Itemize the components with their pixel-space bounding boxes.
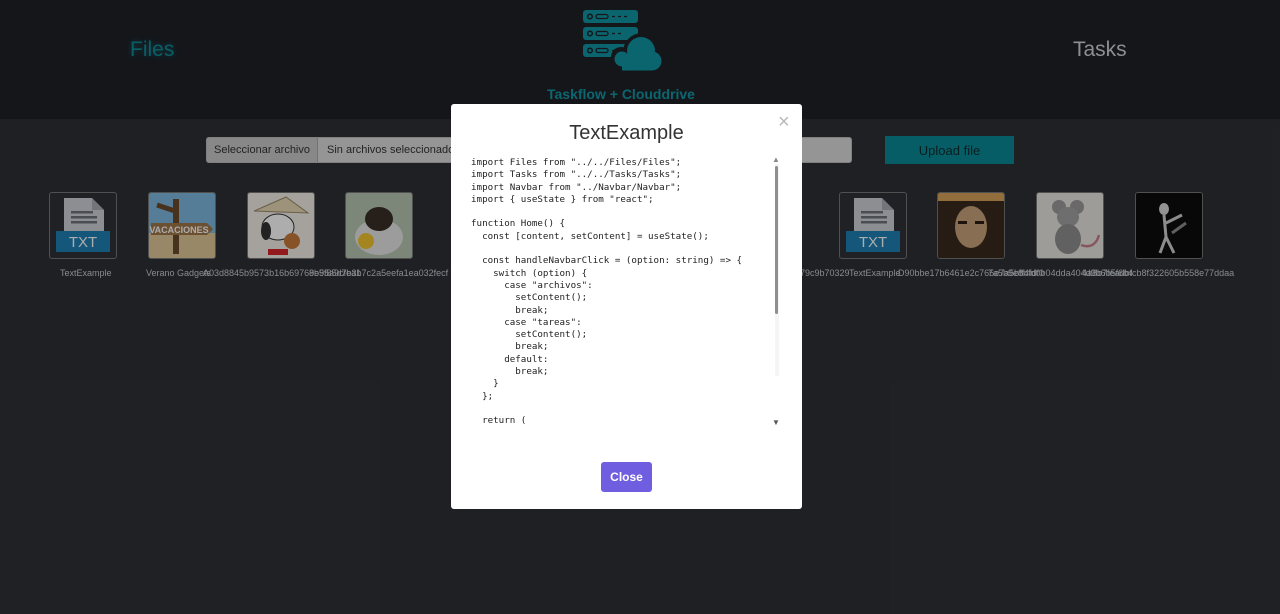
file-preview-modal: TextExample × import Files from "../../F… [451,104,802,509]
file-content-viewer[interactable]: import Files from "../../Files/Files"; i… [471,157,783,431]
close-button[interactable]: Close [601,462,652,492]
modal-title: TextExample [569,122,684,144]
scrollbar-thumb[interactable] [775,166,778,314]
scroll-down-arrow-icon[interactable]: ▼ [772,418,780,427]
close-icon[interactable]: × [778,111,790,134]
scroll-up-arrow-icon[interactable]: ▲ [772,155,780,164]
file-content-text: import Files from "../../Files/Files"; i… [471,157,743,427]
